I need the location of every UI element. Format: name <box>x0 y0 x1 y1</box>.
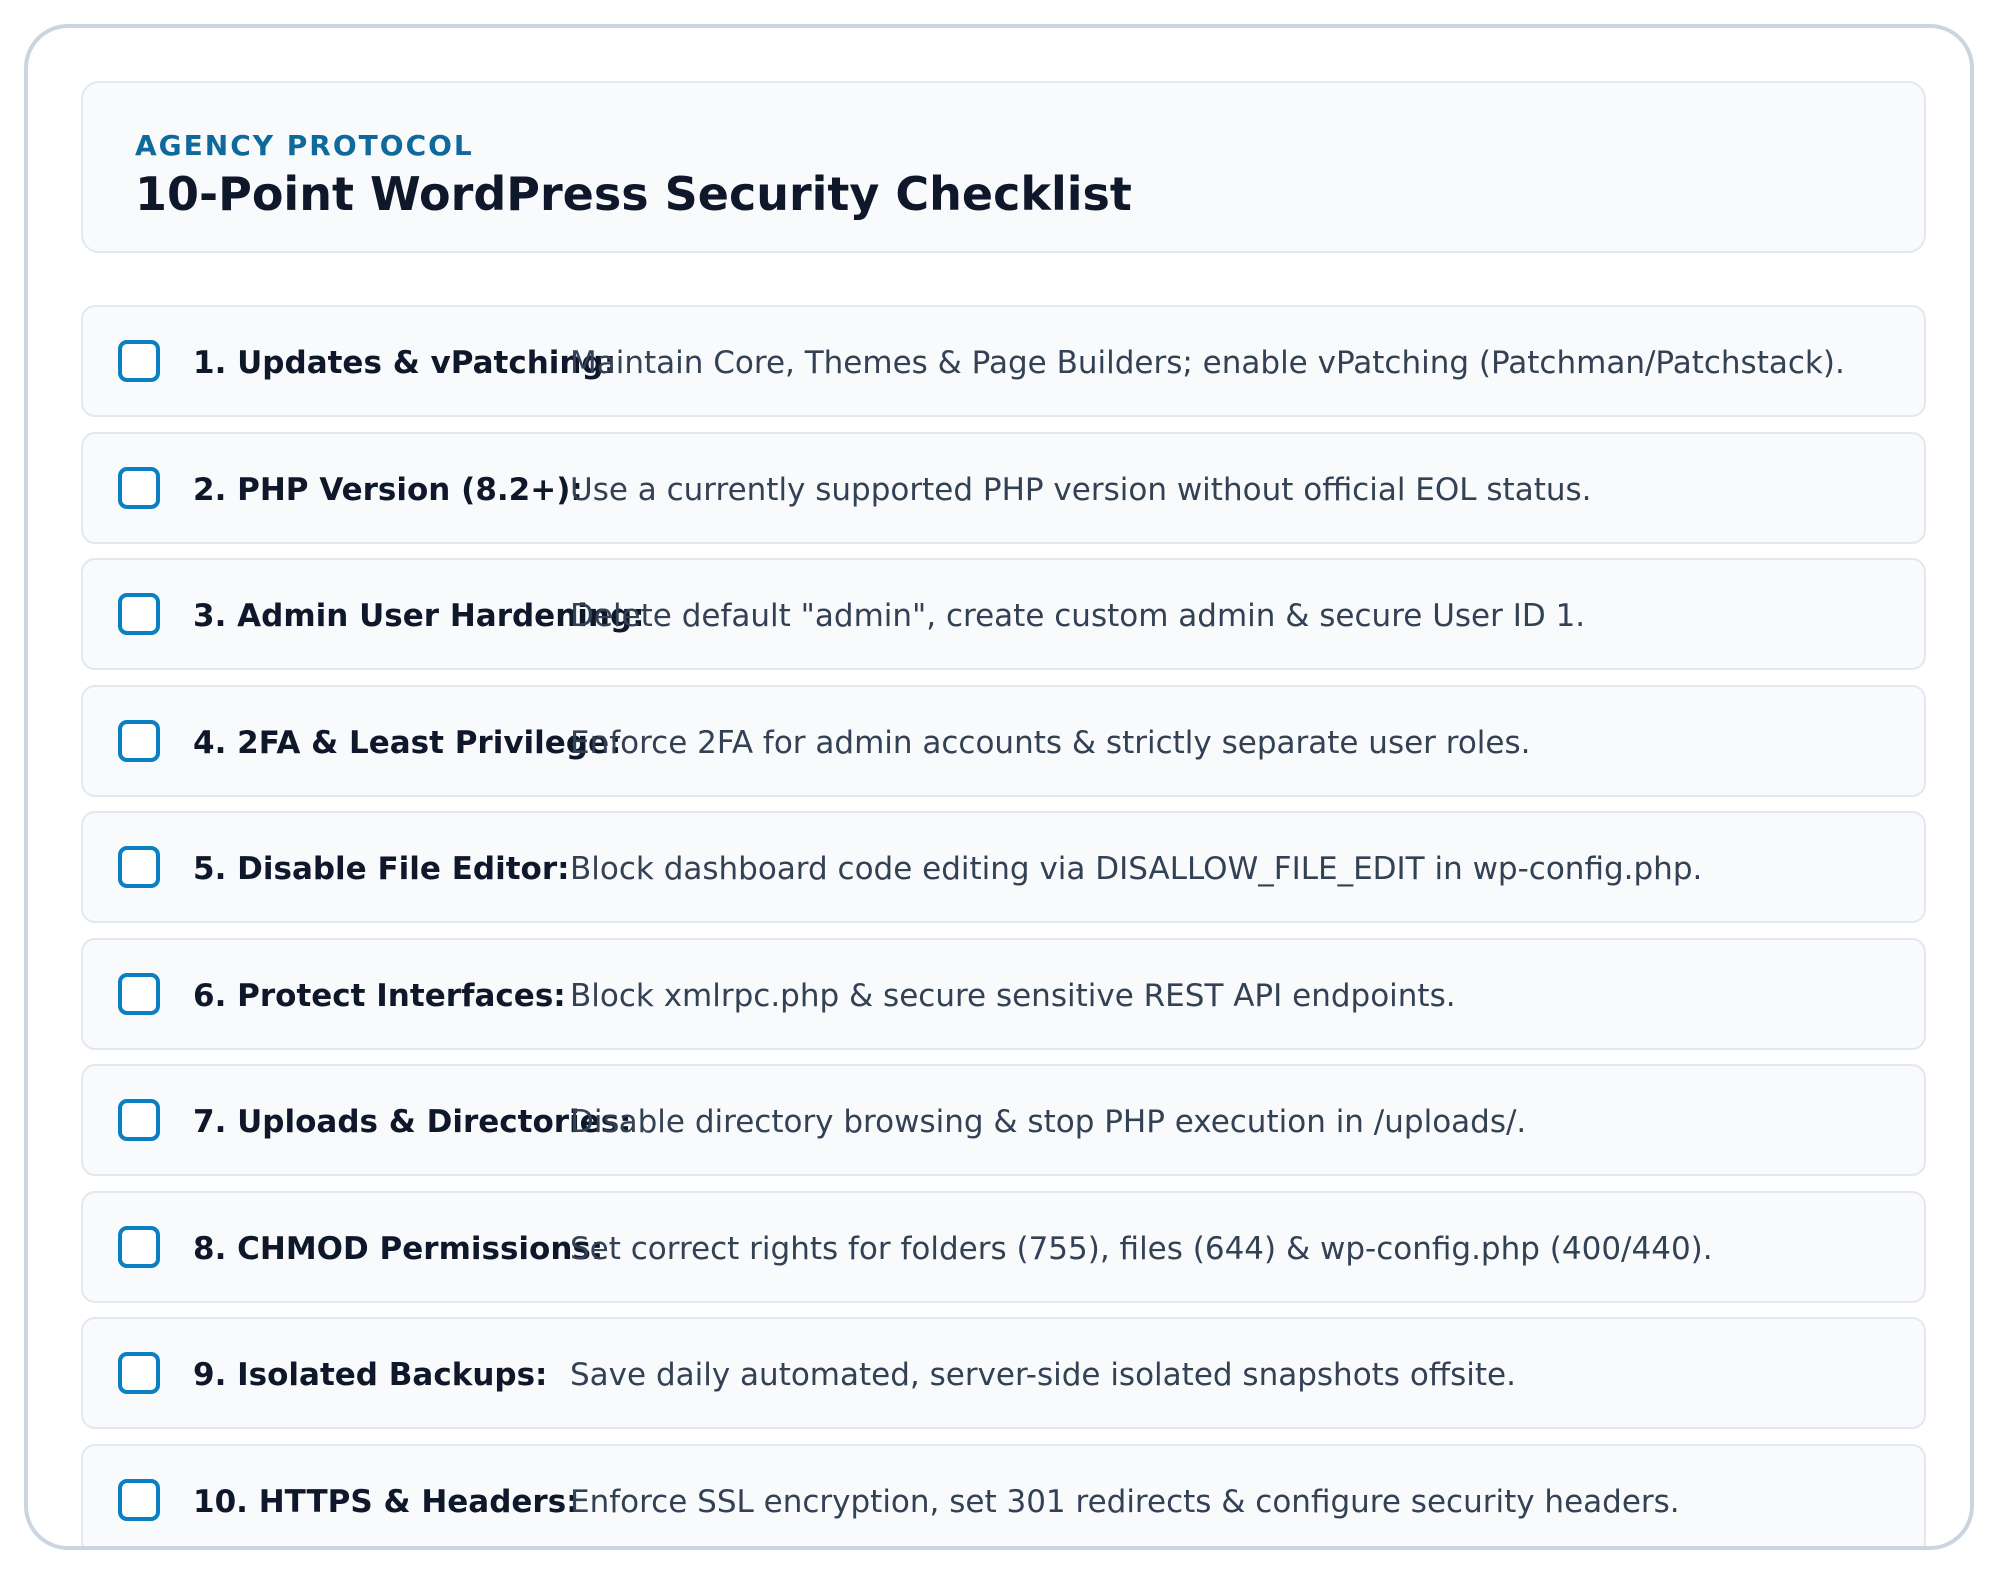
checkbox-8[interactable] <box>118 1225 160 1268</box>
item-label-5: 5. Disable File Editor: <box>193 851 570 887</box>
item-label-7: 7. Uploads & Directories: <box>193 1104 632 1140</box>
checklist-item-3[interactable]: 3. Admin User Hardening: Delete default … <box>81 558 1926 670</box>
item-description-9: Save daily automated, server-side isolat… <box>570 1357 1516 1393</box>
checkbox-4[interactable] <box>118 719 160 762</box>
item-description-1: Maintain Core, Themes & Page Builders; e… <box>570 345 1845 381</box>
checklist-item-9[interactable]: 9. Isolated Backups: Save daily automate… <box>81 1317 1926 1429</box>
item-description-10: Enforce SSL encryption, set 301 redirect… <box>570 1483 1680 1520</box>
checklist-item-10[interactable]: 10. HTTPS & Headers: Enforce SSL encrypt… <box>81 1443 1926 1546</box>
checklist-item-1[interactable]: 1. Updates & vPatching: Maintain Core, T… <box>81 305 1926 417</box>
item-description-2: Use a currently supported PHP version wi… <box>570 471 1592 508</box>
checkbox-2[interactable] <box>118 466 160 509</box>
checklist-item-5[interactable]: 5. Disable File Editor: Block dashboard … <box>81 811 1926 923</box>
checklist-header: AGENCY PROTOCOL 10-Point WordPress Secur… <box>81 81 1926 253</box>
checklist-item-6[interactable]: 6. Protect Interfaces: Block xmlrpc.php … <box>81 937 1926 1050</box>
checkbox-5[interactable] <box>118 846 160 888</box>
item-label-9: 9. Isolated Backups: <box>193 1357 548 1393</box>
page-title: 10-Point WordPress Security Checklist <box>135 167 1132 221</box>
checkbox-1[interactable] <box>118 340 160 382</box>
checkbox-6[interactable] <box>118 972 160 1015</box>
item-description-3: Delete default "admin", create custom ad… <box>570 598 1586 634</box>
item-label-4: 4. 2FA & Least Privilege: <box>193 724 622 761</box>
checkbox-9[interactable] <box>118 1352 160 1394</box>
item-description-5: Block dashboard code editing via DISALLO… <box>570 851 1703 887</box>
item-label-6: 6. Protect Interfaces: <box>193 977 566 1014</box>
eyebrow-label: AGENCY PROTOCOL <box>135 129 474 162</box>
checklist-items: 1. Updates & vPatching: Maintain Core, T… <box>81 305 1926 1546</box>
item-description-4: Enforce 2FA for admin accounts & strictl… <box>570 724 1531 761</box>
item-label-8: 8. CHMOD Permissions: <box>193 1230 604 1267</box>
checkbox-7[interactable] <box>118 1099 160 1141</box>
checkbox-3[interactable] <box>118 593 160 635</box>
checklist-item-4[interactable]: 4. 2FA & Least Privilege: Enforce 2FA fo… <box>81 684 1926 797</box>
checklist-item-8[interactable]: 8. CHMOD Permissions: Set correct rights… <box>81 1190 1926 1303</box>
item-description-7: Disable directory browsing & stop PHP ex… <box>570 1104 1527 1140</box>
item-label-1: 1. Updates & vPatching: <box>193 345 617 381</box>
item-description-6: Block xmlrpc.php & secure sensitive REST… <box>570 977 1456 1014</box>
item-label-10: 10. HTTPS & Headers: <box>193 1483 579 1520</box>
checklist-card: AGENCY PROTOCOL 10-Point WordPress Secur… <box>24 24 1974 1550</box>
item-label-2: 2. PHP Version (8.2+): <box>193 471 583 508</box>
checkbox-10[interactable] <box>118 1478 160 1521</box>
item-description-8: Set correct rights for folders (755), fi… <box>570 1230 1713 1267</box>
checklist-item-7[interactable]: 7. Uploads & Directories: Disable direct… <box>81 1064 1926 1176</box>
checklist-item-2[interactable]: 2. PHP Version (8.2+): Use a currently s… <box>81 431 1926 544</box>
